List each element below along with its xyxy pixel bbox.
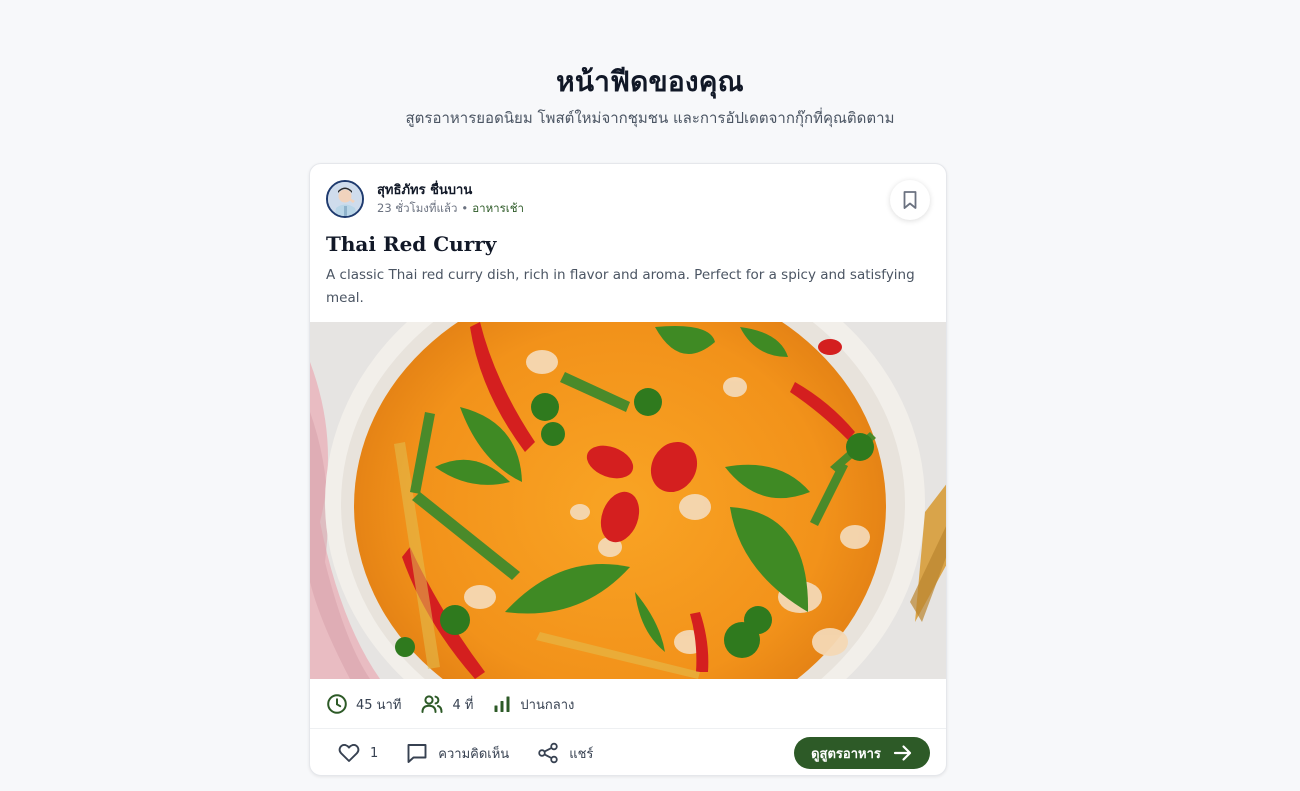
recipe-post-card: สุทธิภัทร ชื่นบาน 23 ชั่วโมงที่แล้ว • อาหา… xyxy=(309,163,947,776)
comment-icon xyxy=(407,744,427,763)
feed-header: หน้าฟีดของคุณ สูตรอาหารยอดนิยม โพสต์ใหม่… xyxy=(0,0,1300,129)
view-recipe-label: ดูสูตรอาหาร xyxy=(811,746,881,762)
avatar-image xyxy=(328,182,362,216)
author-info: สุทธิภัทร ชื่นบาน 23 ชั่วโมงที่แล้ว • อาหา… xyxy=(377,182,524,216)
bookmark-icon xyxy=(903,191,917,209)
post-meta: 23 ชั่วโมงที่แล้ว • อาหารเช้า xyxy=(377,200,524,216)
bookmark-button[interactable] xyxy=(890,180,930,220)
share-label: แชร์ xyxy=(569,746,594,762)
card-divider xyxy=(310,728,946,729)
post-actions: 1 ความคิดเห็น แชร์ xyxy=(338,740,621,766)
stat-difficulty-value: ปานกลาง xyxy=(520,697,575,713)
stat-servings-value: 4 ที่ xyxy=(452,697,474,713)
recipe-image[interactable] xyxy=(310,322,946,679)
stat-time: 45 นาที xyxy=(326,693,401,715)
meta-separator: • xyxy=(461,201,469,215)
curry-photo xyxy=(310,322,946,679)
stat-servings: 4 ที่ xyxy=(420,693,473,715)
author-name[interactable]: สุทธิภัทร ชื่นบาน xyxy=(377,182,524,200)
arrow-right-icon xyxy=(893,745,911,761)
page-title: หน้าฟีดของคุณ xyxy=(556,65,744,98)
recipe-description: A classic Thai red curry dish, rich in f… xyxy=(326,267,915,306)
users-icon xyxy=(421,695,443,713)
recipe-stats: 45 นาที 4 ที่ ปานกลาง xyxy=(326,692,593,716)
view-recipe-button[interactable]: ดูสูตรอาหาร xyxy=(794,737,930,769)
avatar[interactable] xyxy=(326,180,364,218)
clock-icon xyxy=(327,694,347,714)
post-category[interactable]: อาหารเช้า xyxy=(472,201,524,215)
share-button[interactable]: แชร์ xyxy=(537,742,593,764)
like-count: 1 xyxy=(370,745,379,761)
post-time: 23 ชั่วโมงที่แล้ว xyxy=(377,201,458,215)
stat-difficulty: ปานกลาง xyxy=(492,694,574,715)
stat-time-value: 45 นาที xyxy=(356,697,402,713)
bar-chart-icon xyxy=(494,696,510,712)
comment-label: ความคิดเห็น xyxy=(438,746,510,762)
comment-button[interactable]: ความคิดเห็น xyxy=(406,742,509,764)
heart-icon xyxy=(338,743,360,762)
recipe-title[interactable]: Thai Red Curry xyxy=(326,230,496,258)
author-row: สุทธิภัทร ชื่นบาน 23 ชั่วโมงที่แล้ว • อาหา… xyxy=(326,180,524,218)
page-subtitle: สูตรอาหารยอดนิยม โพสต์ใหม่จากชุมชน และกา… xyxy=(405,109,895,127)
share-icon xyxy=(538,742,558,764)
like-button[interactable]: 1 xyxy=(338,743,378,763)
